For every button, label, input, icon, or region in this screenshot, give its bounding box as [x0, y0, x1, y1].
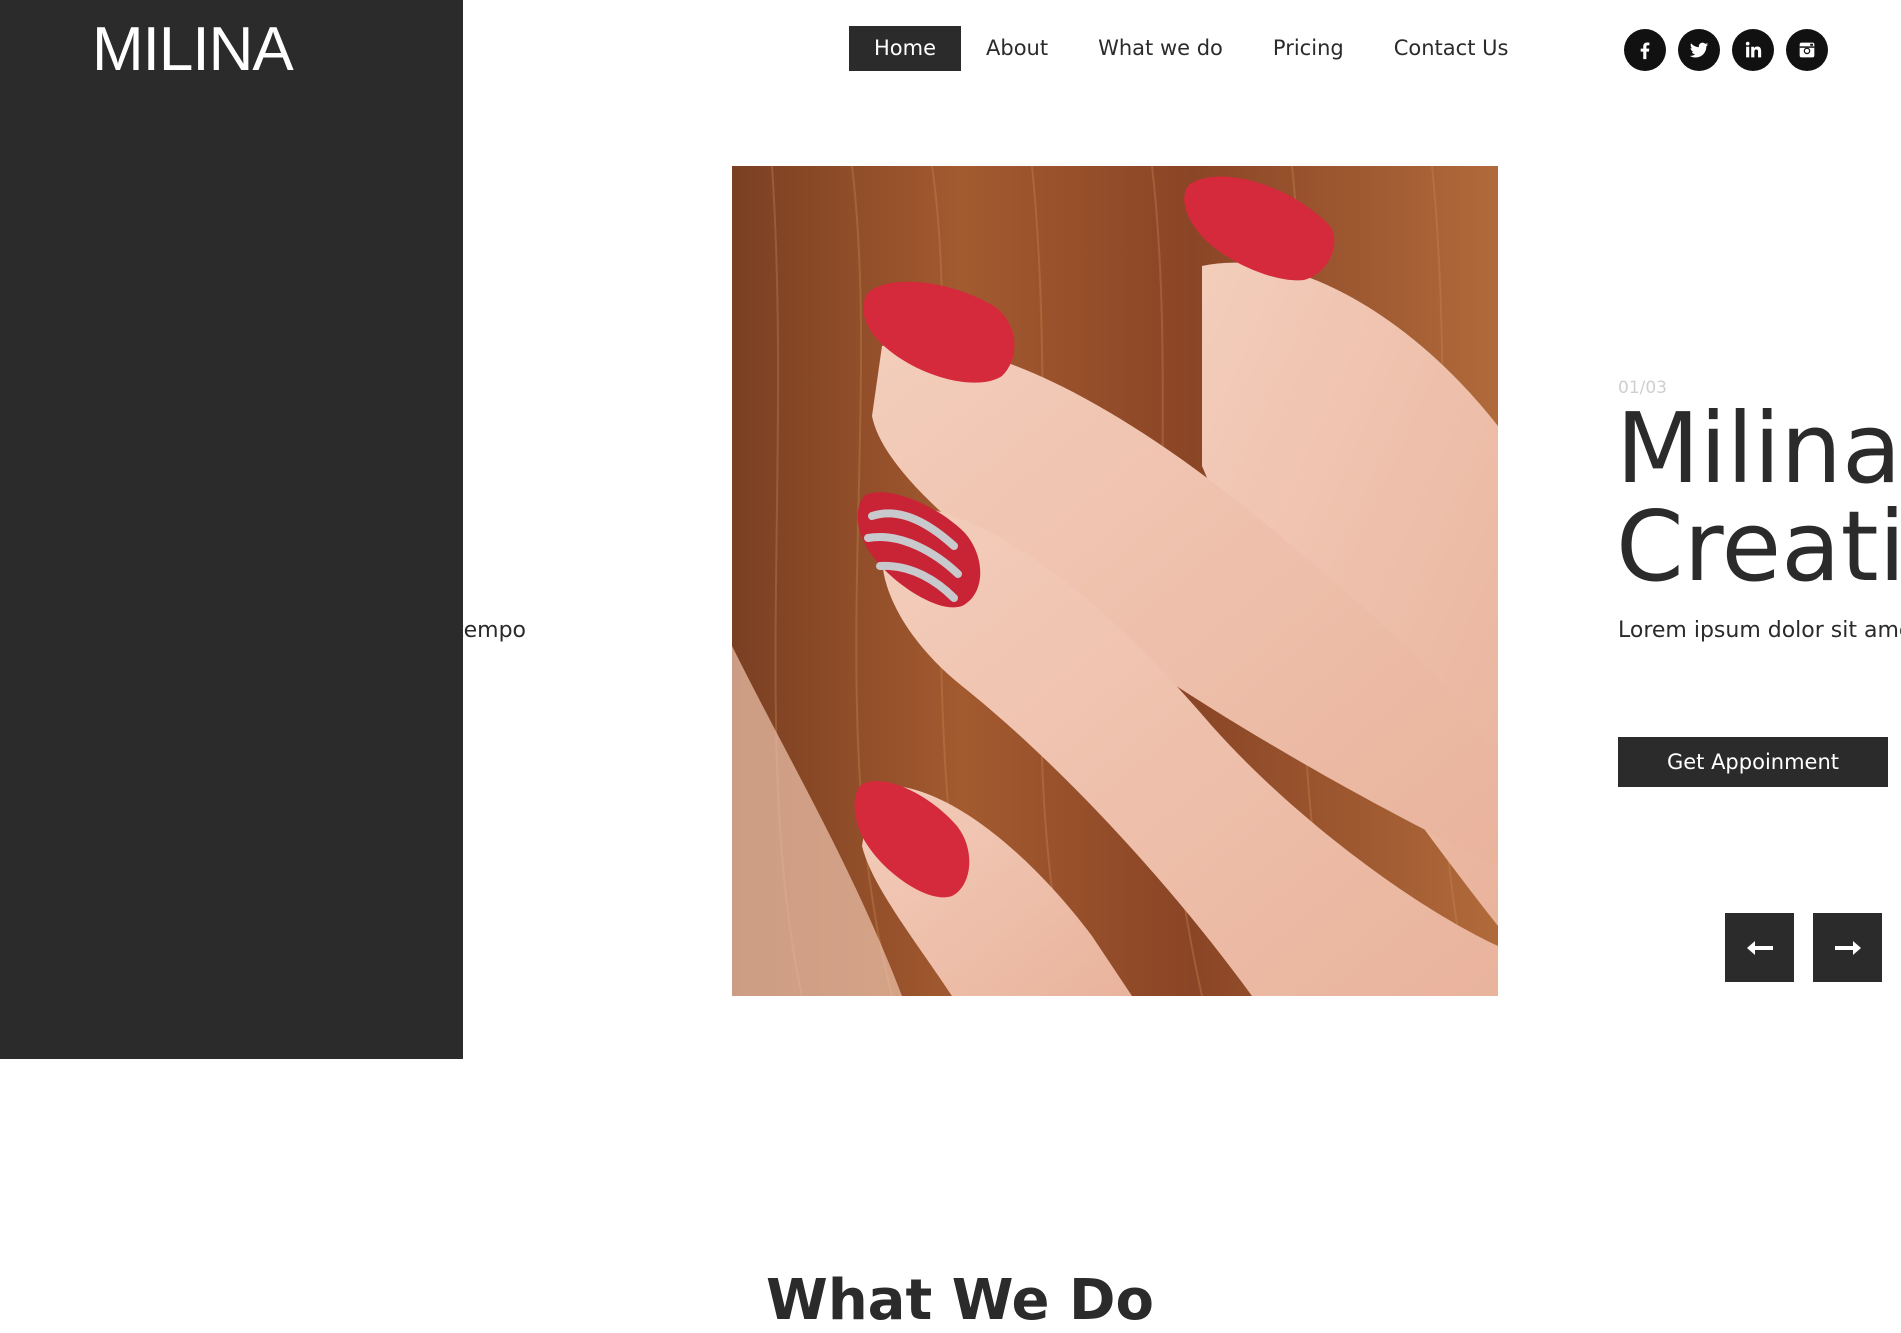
dark-side-panel: MILINA — [0, 0, 463, 1059]
slider-prev-button[interactable] — [1725, 913, 1794, 982]
social-links — [1624, 29, 1828, 71]
nav-item-home[interactable]: Home — [849, 26, 962, 71]
main-nav: Home About What we do Pricing Contact Us — [849, 26, 1533, 71]
arrow-right-icon — [1834, 940, 1861, 955]
facebook-icon[interactable] — [1624, 29, 1666, 71]
previous-slide-text-fragment: tempo — [455, 618, 527, 643]
get-appointment-button[interactable]: Get Appoinment — [1618, 737, 1888, 787]
slider-next-button[interactable] — [1813, 913, 1882, 982]
hero-title-line-1: Milina — [1616, 392, 1901, 505]
hero-image — [732, 166, 1498, 996]
logo[interactable]: MILINA — [92, 14, 294, 85]
nav-item-pricing[interactable]: Pricing — [1248, 26, 1369, 71]
arrow-left-icon — [1746, 940, 1773, 955]
instagram-icon[interactable] — [1786, 29, 1828, 71]
nav-item-what-we-do[interactable]: What we do — [1073, 26, 1248, 71]
hero-title-line-2: Creati — [1616, 490, 1901, 603]
section-heading-what-we-do: What We Do — [766, 1268, 1154, 1333]
nav-item-contact-us[interactable]: Contact Us — [1369, 26, 1534, 71]
twitter-icon[interactable] — [1678, 29, 1720, 71]
nav-item-about[interactable]: About — [961, 26, 1073, 71]
hero-text: Lorem ipsum dolor sit amet — [1618, 618, 1901, 643]
linkedin-icon[interactable] — [1732, 29, 1774, 71]
hero-title: Milina Creati — [1616, 400, 1901, 596]
